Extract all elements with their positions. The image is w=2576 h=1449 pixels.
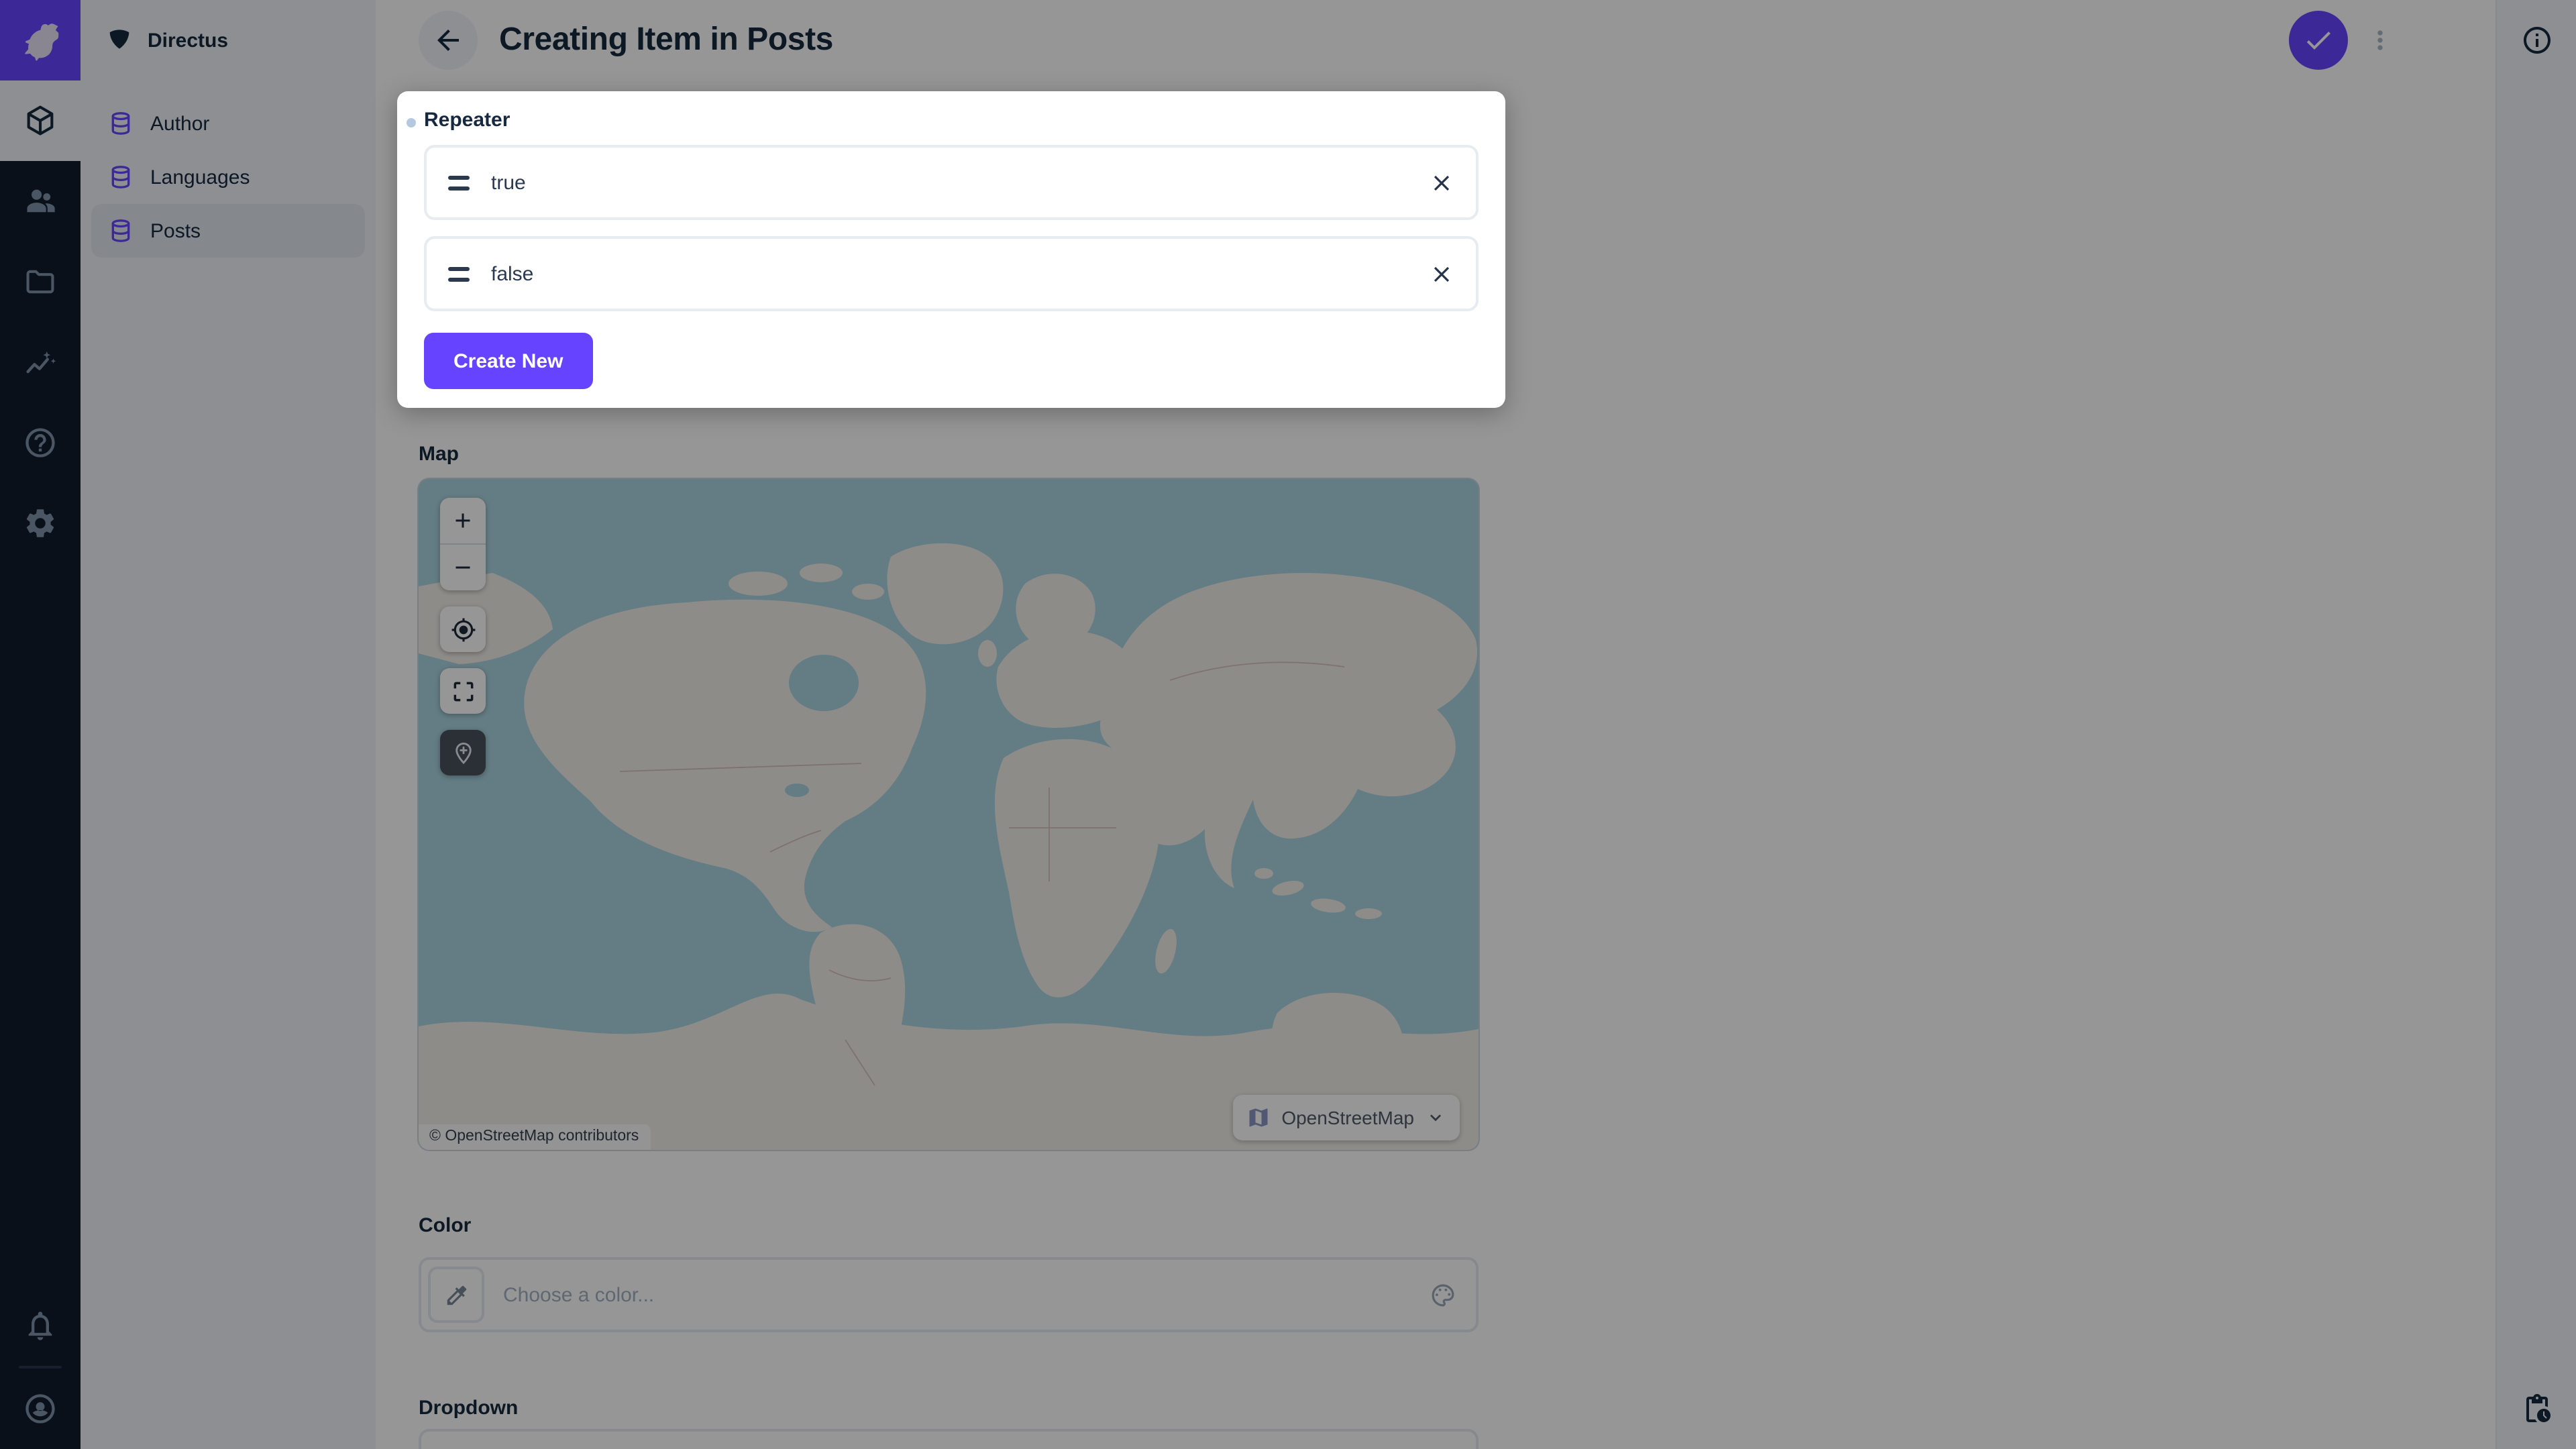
repeater-field-label: Repeater	[424, 109, 510, 131]
remove-row-button[interactable]	[1429, 261, 1454, 286]
repeater-row-value: true	[491, 171, 526, 194]
repeater-row-true[interactable]: true	[424, 145, 1479, 220]
repeater-row-value: false	[491, 262, 533, 285]
drag-handle-icon[interactable]	[448, 266, 470, 281]
close-icon	[1429, 170, 1454, 195]
repeater-popover: Repeater true false Create New	[397, 91, 1505, 408]
create-new-button[interactable]: Create New	[424, 333, 592, 389]
edited-dot	[407, 118, 416, 127]
remove-row-button[interactable]	[1429, 170, 1454, 195]
close-icon	[1429, 261, 1454, 286]
repeater-row-false[interactable]: false	[424, 236, 1479, 311]
app-root: Directus Author	[0, 0, 2576, 1449]
drag-handle-icon[interactable]	[448, 175, 470, 190]
